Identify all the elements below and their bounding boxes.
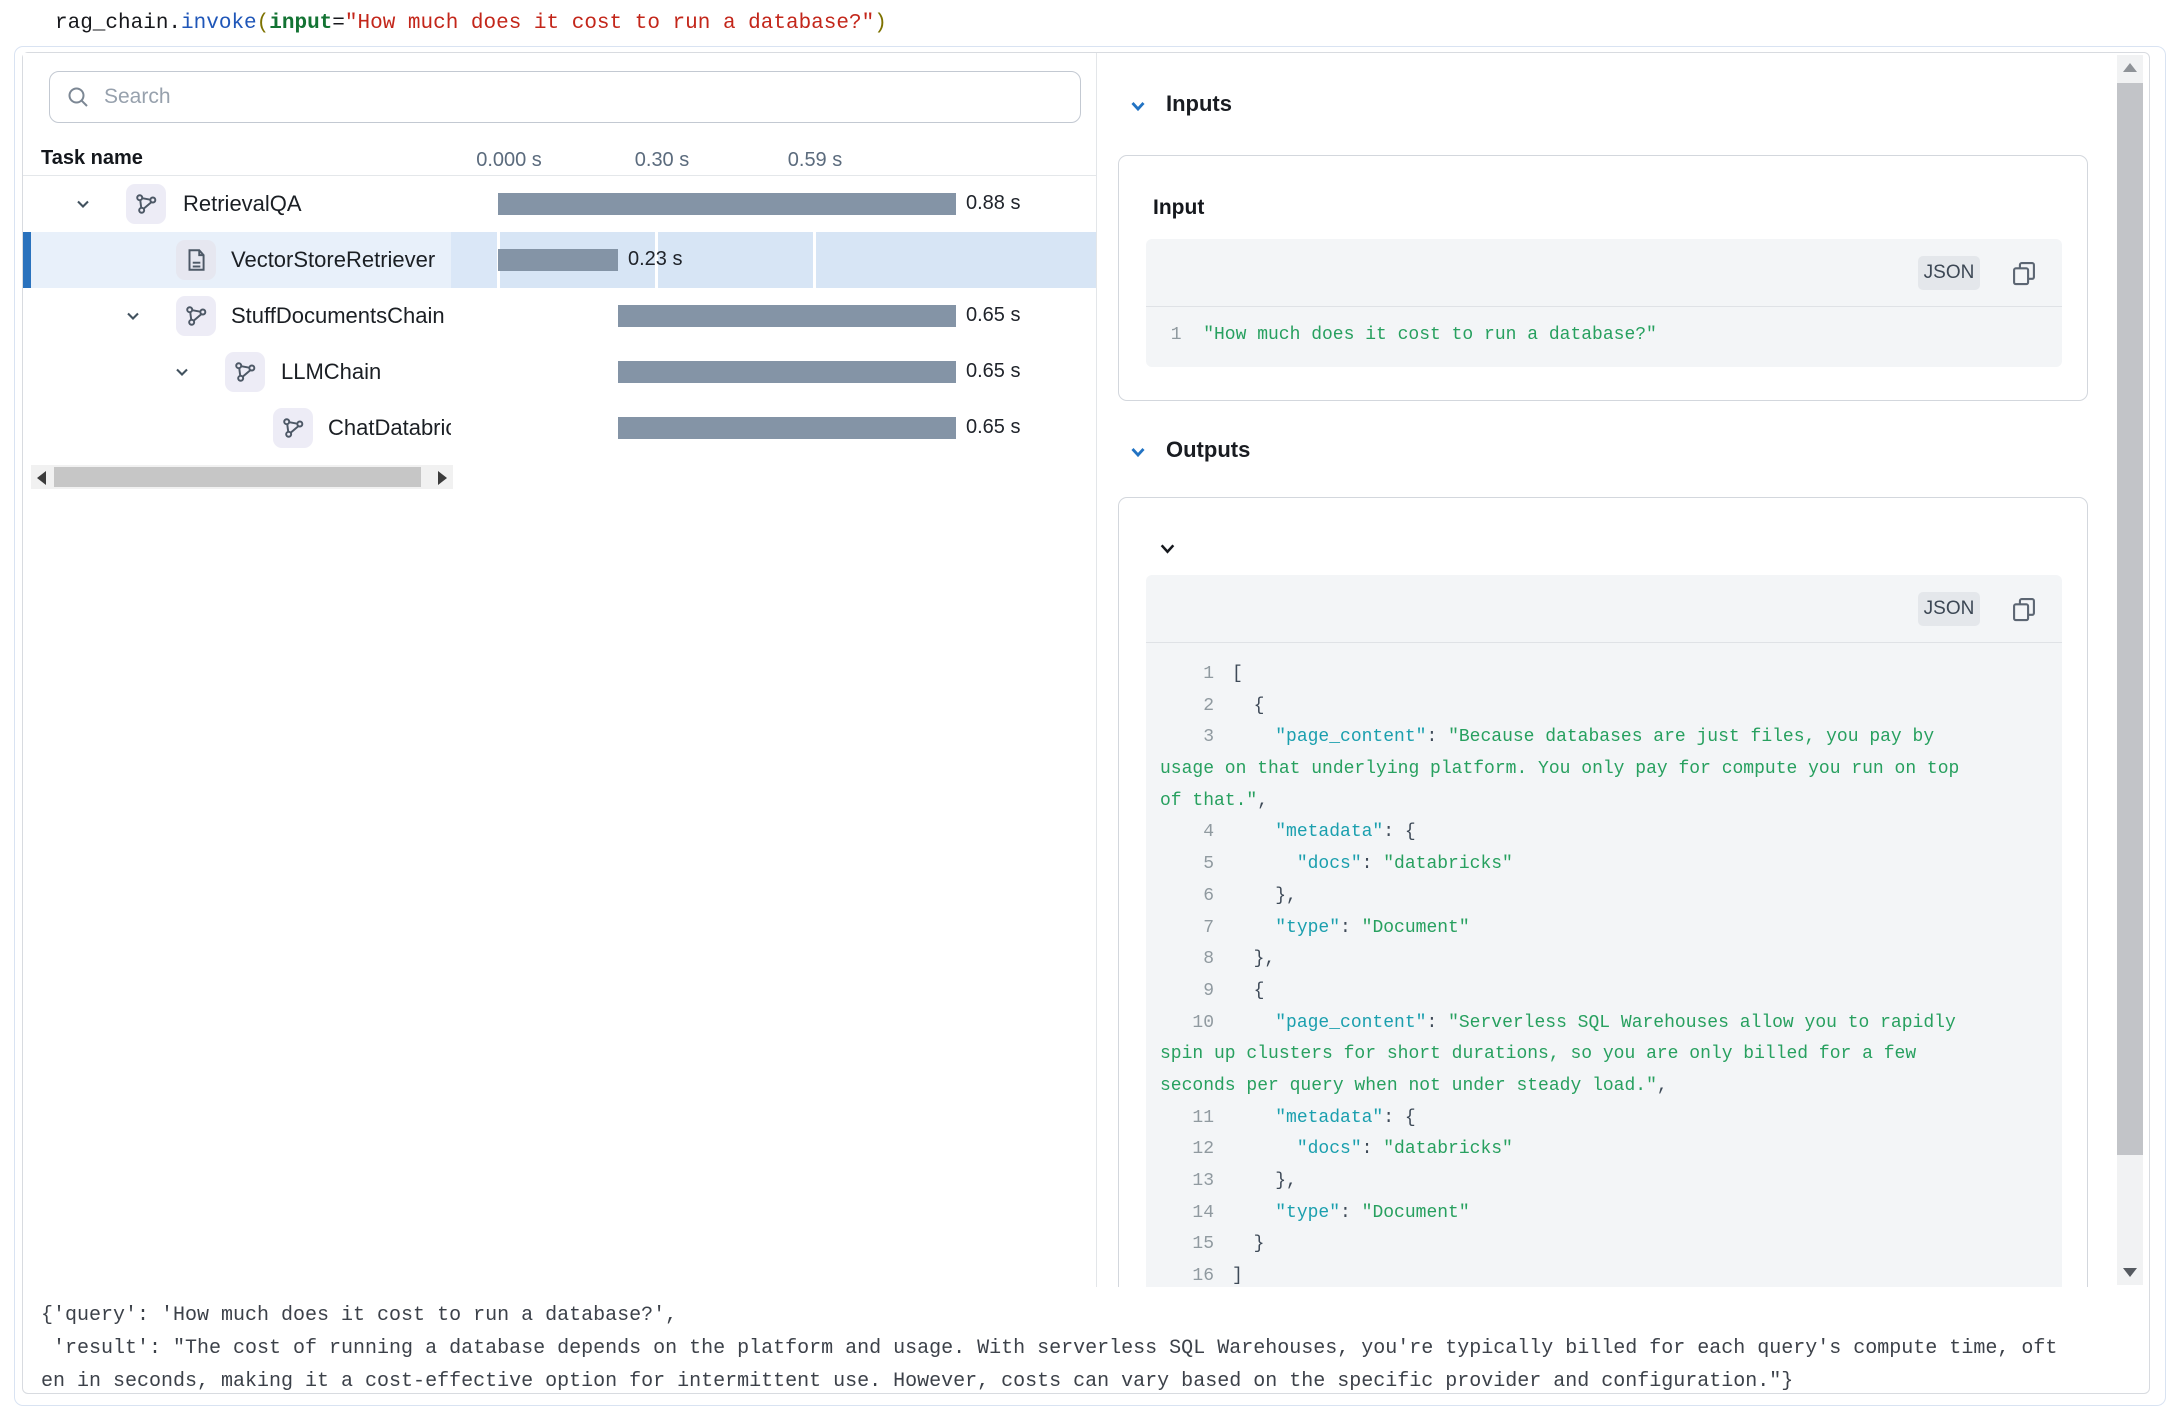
- duration-label: 0.65 s: [966, 304, 1020, 327]
- json-block-header: JSON: [1146, 575, 2062, 643]
- json-line: 4 "metadata": {: [1160, 817, 2048, 849]
- inputs-chevron-down-icon[interactable]: [1129, 97, 1147, 115]
- json-line: 5 "docs": "databricks": [1160, 849, 2048, 881]
- panel-divider: [1096, 53, 1097, 1287]
- output-json-lines: 1[2 {3 "page_content": "Because database…: [1160, 659, 2048, 1287]
- chain-icon: [176, 296, 216, 336]
- time-tick-1: 0.30 s: [635, 149, 689, 172]
- json-line: 11 "metadata": {: [1160, 1103, 2048, 1135]
- copy-icon[interactable]: [2010, 595, 2038, 623]
- input-card: Input JSON 1 "How much does it cost to ru…: [1118, 155, 2088, 401]
- json-line: 16]: [1160, 1261, 2048, 1287]
- chevron-down-icon[interactable]: [174, 364, 190, 380]
- chain-icon: [225, 352, 265, 392]
- outputs-chevron-down-icon[interactable]: [1129, 443, 1147, 461]
- json-line: 12 "docs": "databricks": [1160, 1134, 2048, 1166]
- chain-icon: [273, 408, 313, 448]
- duration-label: 0.65 s: [966, 416, 1020, 439]
- duration-bar[interactable]: [618, 361, 956, 383]
- json-line: 8 },: [1160, 944, 2048, 976]
- json-line: 1[: [1160, 659, 2048, 691]
- json-line: 6 },: [1160, 881, 2048, 913]
- json-line: 14 "type": "Document": [1160, 1198, 2048, 1230]
- task-row-llmchain[interactable]: LLMChain 0.65 s: [23, 344, 1096, 400]
- duration-label: 0.88 s: [966, 192, 1020, 215]
- vertical-scrollbar[interactable]: [2117, 55, 2143, 1285]
- chevron-down-icon[interactable]: [75, 196, 91, 212]
- duration-bar[interactable]: [618, 417, 956, 439]
- task-tree-panel: Task name 0.000 s 0.30 s 0.59 s: [23, 53, 1096, 1287]
- json-line: seconds per query when not under steady …: [1160, 1071, 2048, 1103]
- scroll-right-arrow-icon[interactable]: [438, 471, 447, 485]
- json-line: 9 {: [1160, 976, 2048, 1008]
- json-line: usage on that underlying platform. You o…: [1160, 754, 2048, 786]
- input-json-value: "How much does it cost to run a database…: [1203, 325, 1657, 345]
- task-label: RetrievalQA: [183, 191, 302, 217]
- json-format-button[interactable]: JSON: [1918, 592, 1980, 626]
- task-name-column-header: Task name: [41, 147, 143, 170]
- json-block-header: JSON: [1146, 239, 2062, 307]
- vertical-scrollbar-thumb[interactable]: [2117, 83, 2143, 1155]
- result-output-text: {'query': 'How much does it cost to run …: [41, 1299, 2057, 1398]
- outputs-section-title: Outputs: [1166, 437, 1250, 463]
- json-line: 13 },: [1160, 1166, 2048, 1198]
- time-tick-2: 0.59 s: [788, 149, 842, 172]
- scroll-up-arrow-icon[interactable]: [2123, 63, 2137, 72]
- inputs-section-title: Inputs: [1166, 91, 1232, 117]
- input-card-title: Input: [1153, 196, 1204, 220]
- chain-icon: [126, 184, 166, 224]
- line-number: 1: [1160, 325, 1182, 345]
- output-collapse-chevron-icon[interactable]: [1159, 540, 1176, 557]
- json-line: 2 {: [1160, 691, 2048, 723]
- task-row-vectorstoreretriever[interactable]: VectorStoreRetriever 0.23 s: [23, 232, 1096, 288]
- horizontal-scrollbar-thumb[interactable]: [54, 467, 421, 487]
- duration-label: 0.23 s: [628, 248, 682, 271]
- json-line: of that.",: [1160, 786, 2048, 818]
- chevron-down-icon[interactable]: [125, 308, 141, 324]
- search-icon: [66, 85, 90, 109]
- json-line: 7 "type": "Document": [1160, 913, 2048, 945]
- trace-scroll-area: Task name 0.000 s 0.30 s 0.59 s: [23, 53, 2149, 1287]
- search-box[interactable]: [49, 71, 1081, 123]
- task-label: StuffDocumentsChain: [231, 303, 445, 329]
- duration-bar[interactable]: [498, 193, 956, 215]
- output-card: JSON 1[2 {3 "page_content": "Because dat…: [1118, 497, 2088, 1287]
- copy-icon[interactable]: [2010, 259, 2038, 287]
- duration-bar[interactable]: [618, 305, 956, 327]
- horizontal-scrollbar[interactable]: [31, 465, 453, 489]
- scroll-left-arrow-icon[interactable]: [37, 471, 46, 485]
- scroll-down-arrow-icon[interactable]: [2123, 1268, 2137, 1277]
- json-line: spin up clusters for short durations, so…: [1160, 1039, 2048, 1071]
- json-format-button[interactable]: JSON: [1918, 256, 1980, 290]
- input-json-block: JSON 1 "How much does it cost to run a da…: [1146, 239, 2062, 367]
- search-input[interactable]: [104, 85, 1064, 109]
- duration-label: 0.65 s: [966, 360, 1020, 383]
- output-json-block: JSON 1[2 {3 "page_content": "Because dat…: [1146, 575, 2062, 1287]
- trace-widget: Task name 0.000 s 0.30 s 0.59 s: [22, 52, 2150, 1394]
- task-label: ChatDatabricks: [328, 415, 451, 441]
- task-label: VectorStoreRetriever: [231, 247, 435, 273]
- duration-bar[interactable]: [498, 249, 618, 271]
- code-cell-line: rag_chain.invoke(input="How much does it…: [55, 12, 887, 35]
- task-row-chatdatabricks[interactable]: ChatDatabricks 0.65 s: [23, 400, 1096, 456]
- document-icon: [176, 240, 216, 280]
- task-row-retrievalqa[interactable]: RetrievalQA 0.88 s: [23, 176, 1096, 232]
- task-label: LLMChain: [281, 359, 381, 385]
- json-line: 3 "page_content": "Because databases are…: [1160, 722, 2048, 754]
- json-line: 15 }: [1160, 1229, 2048, 1261]
- time-tick-0: 0.000 s: [476, 149, 542, 172]
- json-line: 10 "page_content": "Serverless SQL Wareh…: [1160, 1008, 2048, 1040]
- task-row-stuffdocumentschain[interactable]: StuffDocumentsChain 0.65 s: [23, 288, 1096, 344]
- input-json-line: 1 "How much does it cost to run a databas…: [1160, 325, 1657, 345]
